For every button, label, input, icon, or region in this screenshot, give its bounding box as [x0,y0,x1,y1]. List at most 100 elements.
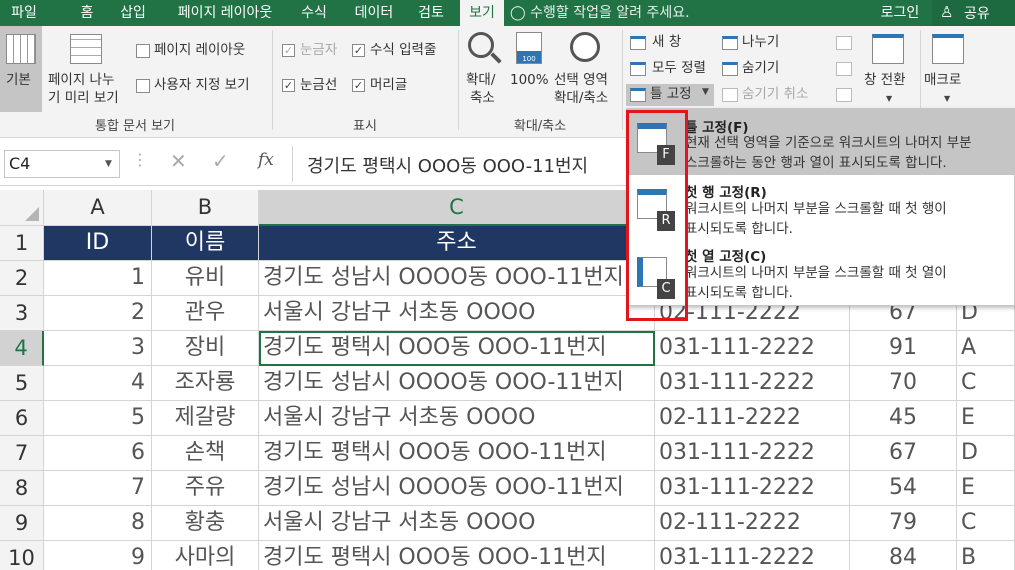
new-window-button[interactable]: 새 창 [630,34,710,54]
login-link[interactable]: 로그인 [872,0,928,26]
side-by-side-buttons[interactable] [836,36,854,106]
cell-phone[interactable]: 031-111-2222 [655,331,850,366]
row-header-5[interactable]: 5 [0,366,44,401]
row-header-9[interactable]: 9 [0,506,44,541]
hide-button[interactable]: 숨기기 [722,60,792,80]
custom-views-button[interactable]: 사용자 지정 보기 [136,77,266,97]
cell-score[interactable]: 54 [850,471,957,506]
cell-name[interactable]: 황충 [152,506,259,541]
select-all-corner[interactable] [0,190,44,226]
cell-grade[interactable]: C [957,366,1015,401]
switch-windows-button[interactable]: 창 전환 ▼ [862,26,918,112]
tab-formulas[interactable]: 수식 [292,0,336,26]
row-header-1[interactable]: 1 [0,226,44,261]
tab-insert[interactable]: 삽입 [110,0,156,26]
cell-score[interactable]: 79 [850,506,957,541]
cell-name[interactable]: 관우 [152,296,259,331]
split-button[interactable]: 나누기 [722,34,792,54]
zoom-to-selection-button[interactable]: 선택 영역 확대/축소 [552,26,620,112]
cell-grade[interactable]: E [957,401,1015,436]
row-header-10[interactable]: 10 [0,541,44,570]
cell-score[interactable]: 70 [850,366,957,401]
gridlines-checkbox[interactable]: ✓ 눈금선 [282,77,346,97]
cell-address[interactable]: 경기도 평택시 OOO동 OOO-11번지 [259,436,655,471]
cell-id[interactable]: 3 [44,331,152,366]
cell-name[interactable]: 제갈량 [152,401,259,436]
page-break-preview-button[interactable]: 페이지 나누 기 미리 보기 [46,26,132,112]
active-cell-c4[interactable]: 경기도 평택시 OOO동 OOO-11번지 [259,331,655,366]
ruler-checkbox[interactable]: ✓ 눈금자 [282,42,346,62]
cell-score[interactable]: 91 [850,331,957,366]
cell-grade[interactable]: C [957,506,1015,541]
cell-phone[interactable]: 02-111-2222 [655,506,850,541]
tab-data[interactable]: 데이터 [344,0,404,26]
unhide-button[interactable]: 숨기기 취소 [722,86,822,106]
zoom-button[interactable]: 확대/ 축소 [462,26,506,112]
row-header-7[interactable]: 7 [0,436,44,471]
cell-name[interactable]: 유비 [152,261,259,296]
cancel-icon[interactable]: ✕ [170,149,187,173]
cell-score[interactable]: 67 [850,436,957,471]
cell-phone[interactable]: 031-111-2222 [655,436,850,471]
cell-id[interactable]: 7 [44,471,152,506]
cell-id[interactable]: 6 [44,436,152,471]
row-header-2[interactable]: 2 [0,261,44,296]
cell-id[interactable]: 5 [44,401,152,436]
cell-address[interactable]: 경기도 성남시 OOOO동 OOO-11번지 [259,366,655,401]
tab-review[interactable]: 검토 [408,0,454,26]
share-button[interactable]: ♙ 공유 [932,0,1015,26]
insert-function-button[interactable]: fx [258,150,274,170]
cell-name[interactable]: 손책 [152,436,259,471]
column-header-b[interactable]: B [152,190,259,226]
cell-grade[interactable]: E [957,471,1015,506]
row-header-4[interactable]: 4 [0,331,44,366]
tab-home[interactable]: 홈 [66,0,108,26]
cell-name[interactable]: 장비 [152,331,259,366]
column-header-c[interactable]: C [259,190,655,226]
cell-id[interactable]: 9 [44,541,152,570]
drag-handle-icon[interactable]: ⋮ [132,150,150,169]
cell-address[interactable]: 서울시 강남구 서초동 OOOO [259,401,655,436]
header-cell-name[interactable]: 이름 [152,226,259,261]
cell-grade[interactable]: A [957,331,1015,366]
macros-button[interactable]: 매크로 ▼ [924,26,974,112]
column-header-a[interactable]: A [44,190,152,226]
name-box[interactable]: C4 ▼ [4,150,120,178]
page-layout-view-button[interactable]: 페이지 레이아웃 [136,42,262,62]
normal-view-button[interactable]: 기본 [0,26,42,112]
header-cell-id[interactable]: ID [44,226,152,261]
cell-phone[interactable]: 031-111-2222 [655,541,850,570]
cell-grade[interactable]: D [957,436,1015,471]
row-header-8[interactable]: 8 [0,471,44,506]
zoom-100-button[interactable]: 100 100% [508,26,550,112]
cell-phone[interactable]: 031-111-2222 [655,366,850,401]
arrange-all-button[interactable]: 모두 정렬 [630,60,716,80]
cell-score[interactable]: 84 [850,541,957,570]
cell-address[interactable]: 서울시 강남구 서초동 OOOO [259,296,655,331]
cell-address[interactable]: 경기도 평택시 OOO동 OOO-11번지 [259,541,655,570]
cell-score[interactable]: 45 [850,401,957,436]
cell-address[interactable]: 경기도 성남시 OOOO동 OOO-11번지 [259,261,655,296]
cell-address[interactable]: 경기도 성남시 OOOO동 OOO-11번지 [259,471,655,506]
tab-file[interactable]: 파일 [0,0,48,26]
cell-name[interactable]: 사마의 [152,541,259,570]
freeze-panes-button[interactable]: 틀 고정 ▼ [626,84,714,106]
row-header-6[interactable]: 6 [0,401,44,436]
tab-page-layout[interactable]: 페이지 레이아웃 [162,0,288,26]
enter-icon[interactable]: ✓ [212,149,229,173]
cell-id[interactable]: 2 [44,296,152,331]
cell-address[interactable]: 서울시 강남구 서초동 OOOO [259,506,655,541]
tell-me-search[interactable]: ◯ 수행할 작업을 알려 주세요. [510,0,690,26]
header-cell-address[interactable]: 주소 [259,226,655,261]
cell-name[interactable]: 주유 [152,471,259,506]
cell-phone[interactable]: 031-111-2222 [655,471,850,506]
cell-id[interactable]: 4 [44,366,152,401]
headings-checkbox[interactable]: ✓ 머리글 [352,77,422,97]
cell-phone[interactable]: 02-111-2222 [655,401,850,436]
formula-bar-checkbox[interactable]: ✓ 수식 입력줄 [352,42,452,62]
cell-name[interactable]: 조자룡 [152,366,259,401]
cell-id[interactable]: 8 [44,506,152,541]
row-header-3[interactable]: 3 [0,296,44,331]
tab-view[interactable]: 보기 [460,0,504,26]
cell-id[interactable]: 1 [44,261,152,296]
